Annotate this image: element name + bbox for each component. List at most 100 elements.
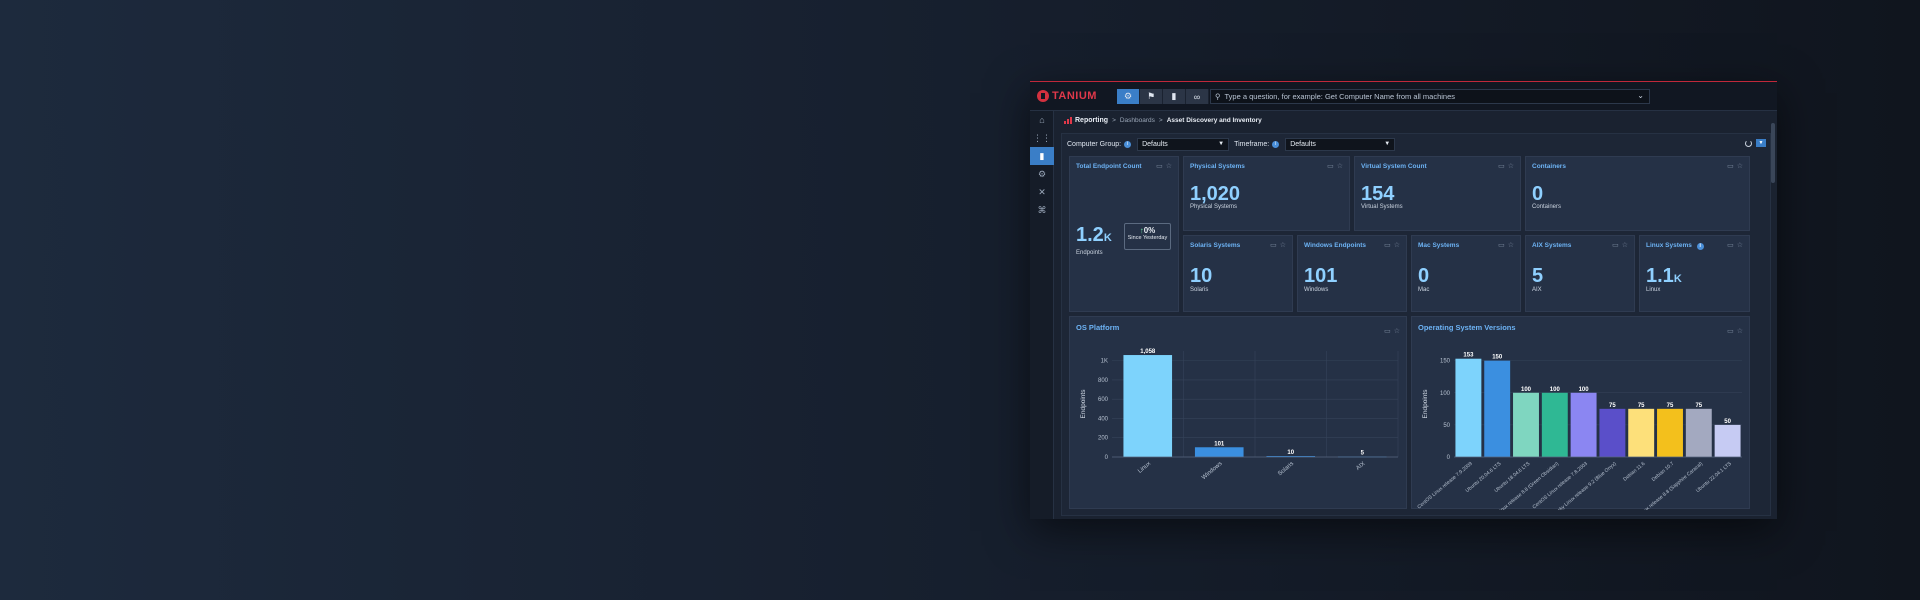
y-tick-label: 400	[1098, 416, 1109, 422]
os-platform-card[interactable]: OS Platform ▭ ☆ 0 200 400 600 800 1K Endpoints 1…	[1069, 316, 1407, 509]
flag-icon[interactable]: ⚑	[1140, 89, 1163, 104]
card-actions: ▭ ☆	[1612, 241, 1628, 249]
y-axis-title: Endpoints	[1080, 389, 1087, 419]
star-icon[interactable]: ☆	[1166, 162, 1172, 170]
computer-group-select[interactable]: Defaults ▼	[1137, 137, 1230, 151]
star-icon[interactable]: ☆	[1737, 241, 1743, 249]
card-actions: ▭ ☆	[1498, 241, 1514, 249]
info-icon[interactable]: i	[1696, 242, 1704, 250]
star-icon[interactable]: ☆	[1280, 241, 1286, 249]
y-axis-title: Endpoints	[1422, 389, 1429, 419]
comment-icon[interactable]: ▭	[1498, 162, 1505, 170]
comment-icon[interactable]: ▭	[1727, 162, 1734, 170]
timeframe-label: Timeframe:	[1234, 140, 1270, 148]
card-title: Containers	[1532, 163, 1566, 170]
card-subtitle: Containers	[1532, 204, 1562, 210]
alerts-icon[interactable]: ⌘	[1030, 201, 1054, 219]
x-tick-label: CentOS Linux release 7.8.2003	[1532, 461, 1589, 510]
search-icon: ⚲	[1215, 92, 1221, 101]
search-placeholder: Type a question, for example: Get Comput…	[1224, 92, 1456, 101]
gear-icon[interactable]: ⚙	[1117, 89, 1140, 104]
refresh-icon[interactable]	[1745, 139, 1752, 147]
value-number: 1.2	[1076, 224, 1104, 246]
reporting-icon[interactable]: ▮	[1030, 147, 1054, 165]
tools-icon[interactable]: ✕	[1030, 183, 1054, 201]
info-icon[interactable]: i	[1272, 140, 1280, 148]
bar-value-label: 10	[1287, 450, 1294, 456]
breadcrumb: Reporting > Dashboards > Asset Discovery…	[1064, 117, 1262, 124]
breadcrumb-dashboards[interactable]: Dashboards	[1120, 117, 1155, 124]
delta-badge: ↑0% Since Yesterday	[1124, 223, 1171, 250]
windows-endpoints-card[interactable]: Windows Endpoints ▭ ☆ 101 Windows	[1297, 235, 1407, 312]
containers-card[interactable]: Containers ▭ ☆ 0 Containers	[1525, 156, 1750, 231]
bar-chart-icon[interactable]: ▮	[1163, 89, 1186, 104]
computer-group-value: Defaults	[1142, 140, 1168, 148]
card-value: 10	[1190, 265, 1213, 287]
value-unit: K	[1103, 232, 1112, 244]
total-endpoint-card[interactable]: Total Endpoint Count ▭ ☆ 1.2K Endpoints ↑…	[1069, 156, 1179, 312]
card-actions: ▭ ☆	[1270, 241, 1286, 249]
breadcrumb-current: Asset Discovery and Inventory	[1166, 117, 1262, 124]
bar-value-label: 1,058	[1140, 349, 1156, 355]
virtual-systems-card[interactable]: Virtual System Count ▭ ☆ 154 Virtual Syst…	[1354, 156, 1521, 231]
bar-value-label: 50	[1724, 419, 1731, 425]
os-versions-chart: 0 50 100 150 Endpoints 153 CentOS Linux releas…	[1416, 353, 1742, 510]
timeframe-select[interactable]: Defaults ▼	[1285, 137, 1396, 151]
options-dropdown-button[interactable]: ▼	[1756, 139, 1766, 147]
settings-icon[interactable]: ⚙	[1030, 165, 1054, 183]
bar-value-label: 100	[1521, 387, 1532, 393]
comment-icon[interactable]: ▭	[1270, 241, 1277, 249]
side-nav: ⌂ ⋮⋮ ▮ ⚙ ✕ ⌘	[1030, 111, 1054, 519]
y-tick-label: 0	[1447, 455, 1451, 461]
app-window: TANIUM ⚙ ⚑ ▮ ∞ ⚲ Type a question, for ex…	[1030, 81, 1777, 519]
bar	[1484, 360, 1511, 457]
comment-icon[interactable]: ▭	[1327, 162, 1334, 170]
computer-group-label: Computer Group:	[1067, 140, 1122, 148]
reporting-logo-icon	[1064, 117, 1072, 124]
main-content: Reporting > Dashboards > Asset Discovery…	[1054, 111, 1777, 519]
delta-value: ↑0%	[1125, 226, 1170, 235]
link-icon[interactable]: ∞	[1186, 89, 1209, 104]
card-actions: ▭ ☆	[1498, 162, 1514, 170]
card-actions: ▭ ☆	[1327, 162, 1343, 170]
card-value: 1.2K	[1076, 225, 1112, 248]
info-icon[interactable]: i	[1124, 140, 1132, 148]
card-value: 154	[1361, 183, 1395, 205]
star-icon[interactable]: ☆	[1394, 241, 1400, 249]
star-icon[interactable]: ☆	[1622, 241, 1628, 249]
comment-icon[interactable]: ▭	[1498, 241, 1505, 249]
tanium-logo[interactable]: TANIUM	[1037, 89, 1097, 103]
linux-systems-card[interactable]: Linux Systems i ▭ ☆ 1.1K Linux	[1639, 235, 1750, 312]
comment-icon[interactable]: ▭	[1156, 162, 1163, 170]
os-versions-card[interactable]: Operating System Versions ▭ ☆ 0 50 100 150 En…	[1411, 316, 1750, 510]
bar	[1123, 355, 1173, 457]
card-title: Linux Systems i	[1646, 242, 1704, 250]
bar-value-label: 75	[1667, 403, 1674, 409]
home-icon[interactable]: ⌂	[1030, 111, 1054, 129]
card-title-text: Linux Systems	[1646, 242, 1692, 249]
comment-icon[interactable]: ▭	[1384, 241, 1391, 249]
aix-systems-card[interactable]: AIX Systems ▭ ☆ 5 AIX	[1525, 235, 1635, 312]
star-icon[interactable]: ☆	[1337, 162, 1343, 170]
chevron-down-icon[interactable]: ⌄	[1637, 91, 1644, 100]
star-icon[interactable]: ☆	[1508, 162, 1514, 170]
y-tick-label: 50	[1443, 423, 1450, 429]
solaris-systems-card[interactable]: Solaris Systems ▭ ☆ 10 Solaris	[1183, 235, 1293, 312]
breadcrumb-root[interactable]: Reporting	[1064, 117, 1108, 124]
star-icon[interactable]: ☆	[1508, 241, 1514, 249]
card-value: 1.1K	[1646, 266, 1682, 289]
x-tick-label: Debian 10.7	[1651, 461, 1676, 483]
mac-systems-card[interactable]: Mac Systems ▭ ☆ 0 Mac	[1411, 235, 1521, 312]
comment-icon[interactable]: ▭	[1612, 241, 1619, 249]
question-search-input[interactable]: ⚲ Type a question, for example: Get Comp…	[1210, 89, 1650, 104]
bar-value-label: 100	[1579, 387, 1590, 393]
filter-actions: ▼	[1745, 139, 1766, 147]
apps-grid-icon[interactable]: ⋮⋮	[1030, 129, 1054, 147]
star-icon[interactable]: ☆	[1737, 162, 1743, 170]
comment-icon[interactable]: ▭	[1727, 241, 1734, 249]
y-tick-label: 0	[1105, 455, 1109, 461]
value-number: 1.1	[1646, 265, 1674, 287]
bar	[1194, 447, 1244, 457]
physical-systems-card[interactable]: Physical Systems ▭ ☆ 1,020 Physical Syste…	[1183, 156, 1350, 231]
bar	[1628, 408, 1655, 457]
